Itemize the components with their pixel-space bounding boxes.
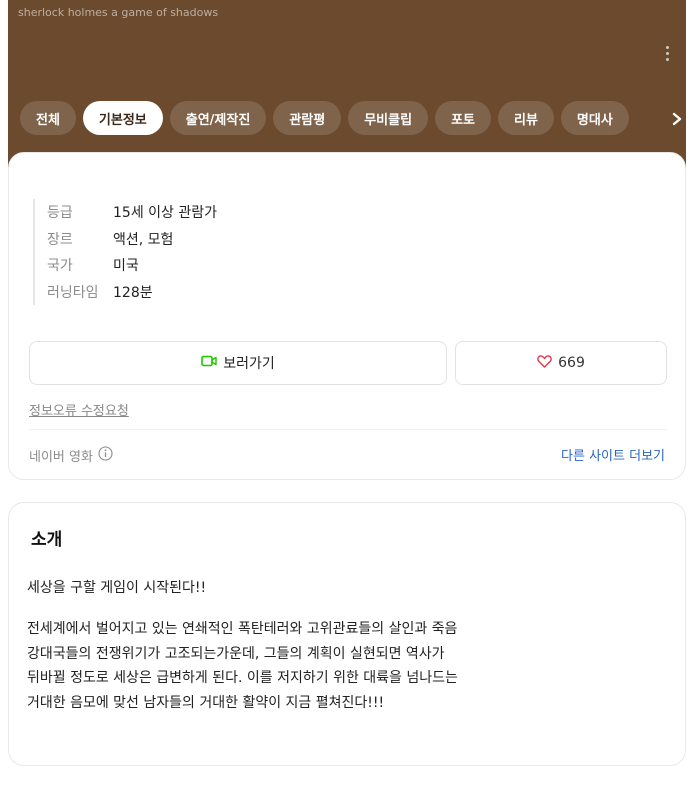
tab-quotes[interactable]: 명대사 (560, 101, 629, 135)
tab-reviews-short[interactable]: 관람평 (273, 101, 342, 135)
info-row-country: 국가 미국 (47, 252, 217, 279)
tab-basic-info[interactable]: 기본정보 (82, 101, 163, 135)
tab-all[interactable]: 전체 (20, 101, 76, 135)
chevron-right-icon[interactable] (670, 111, 684, 127)
more-sites-link[interactable]: 다른 사이트 더보기 (561, 445, 665, 464)
divider (29, 429, 667, 430)
intro-title: 소개 (31, 530, 63, 550)
more-vertical-icon[interactable] (666, 46, 670, 62)
like-count: 669 (558, 355, 585, 371)
intro-card: 소개 세상을 구할 게임이 시작된다!! 전세계에서 벌어지고 있는 연쇄적인 … (8, 502, 686, 766)
like-button[interactable]: 669 (455, 341, 667, 385)
source-label: 네이버 영화 (29, 446, 113, 465)
info-value: 미국 (113, 258, 139, 275)
tab-cast-crew[interactable]: 출연/제작진 (169, 101, 267, 135)
intro-line: 거대한 음모에 맞선 남자들의 거대한 활약이 지금 펼쳐진다!!! (27, 694, 385, 711)
intro-line: 전세계에서 벌어지고 있는 연쇄적인 폭탄테러와 고위관료들의 살인과 죽음 (27, 621, 458, 637)
info-value: 15세 이상 관람가 (113, 205, 217, 222)
intro-line: 뒤바뀔 정도로 세상은 급변하게 된다. 이를 저지하기 위한 대륙을 넘나드는 (27, 670, 458, 686)
intro-line: 강대국들의 전쟁위기가 고조되는가운데, 그들의 계획이 실현되면 역사가 (27, 645, 445, 662)
intro-tagline: 세상을 구할 게임이 시작된다!! (27, 580, 207, 596)
info-key: 등급 (47, 205, 73, 222)
info-circle-icon[interactable] (98, 446, 113, 465)
info-value: 128분 (113, 284, 153, 301)
movie-subtitle: sherlock holmes a game of shadows (18, 6, 219, 19)
info-key: 러닝타임 (47, 284, 99, 301)
info-list: 등급 15세 이상 관람가 장르 액션, 모험 국가 미국 러닝타임 128분 (33, 199, 217, 305)
info-row-genre: 장르 액션, 모험 (47, 226, 217, 253)
heart-outline-icon (537, 354, 553, 372)
watch-button[interactable]: 보러가기 (29, 341, 447, 385)
tab-bar: 전체 기본정보 출연/제작진 관람평 무비클립 포토 리뷰 명대사 (20, 101, 629, 137)
source-name: 네이버 영화 (29, 450, 93, 465)
intro-body: 전세계에서 벌어지고 있는 연쇄적인 폭탄테러와 고위관료들의 살인과 죽음 강… (27, 617, 627, 715)
info-row-runtime: 러닝타임 128분 (47, 279, 217, 306)
info-key: 장르 (47, 231, 73, 248)
tab-photos[interactable]: 포토 (435, 101, 491, 135)
report-error-link[interactable]: 정보오류 수정요청 (29, 400, 129, 419)
info-value: 액션, 모험 (113, 231, 174, 248)
tab-reviews[interactable]: 리뷰 (497, 101, 554, 135)
info-key: 국가 (47, 258, 73, 275)
info-row-rating: 등급 15세 이상 관람가 (47, 199, 217, 226)
video-camera-icon (201, 355, 217, 371)
tab-movie-clips[interactable]: 무비클립 (348, 101, 429, 135)
basic-info-card: 등급 15세 이상 관람가 장르 액션, 모험 국가 미국 러닝타임 128분 … (8, 152, 686, 480)
watch-label: 보러가기 (223, 356, 275, 372)
